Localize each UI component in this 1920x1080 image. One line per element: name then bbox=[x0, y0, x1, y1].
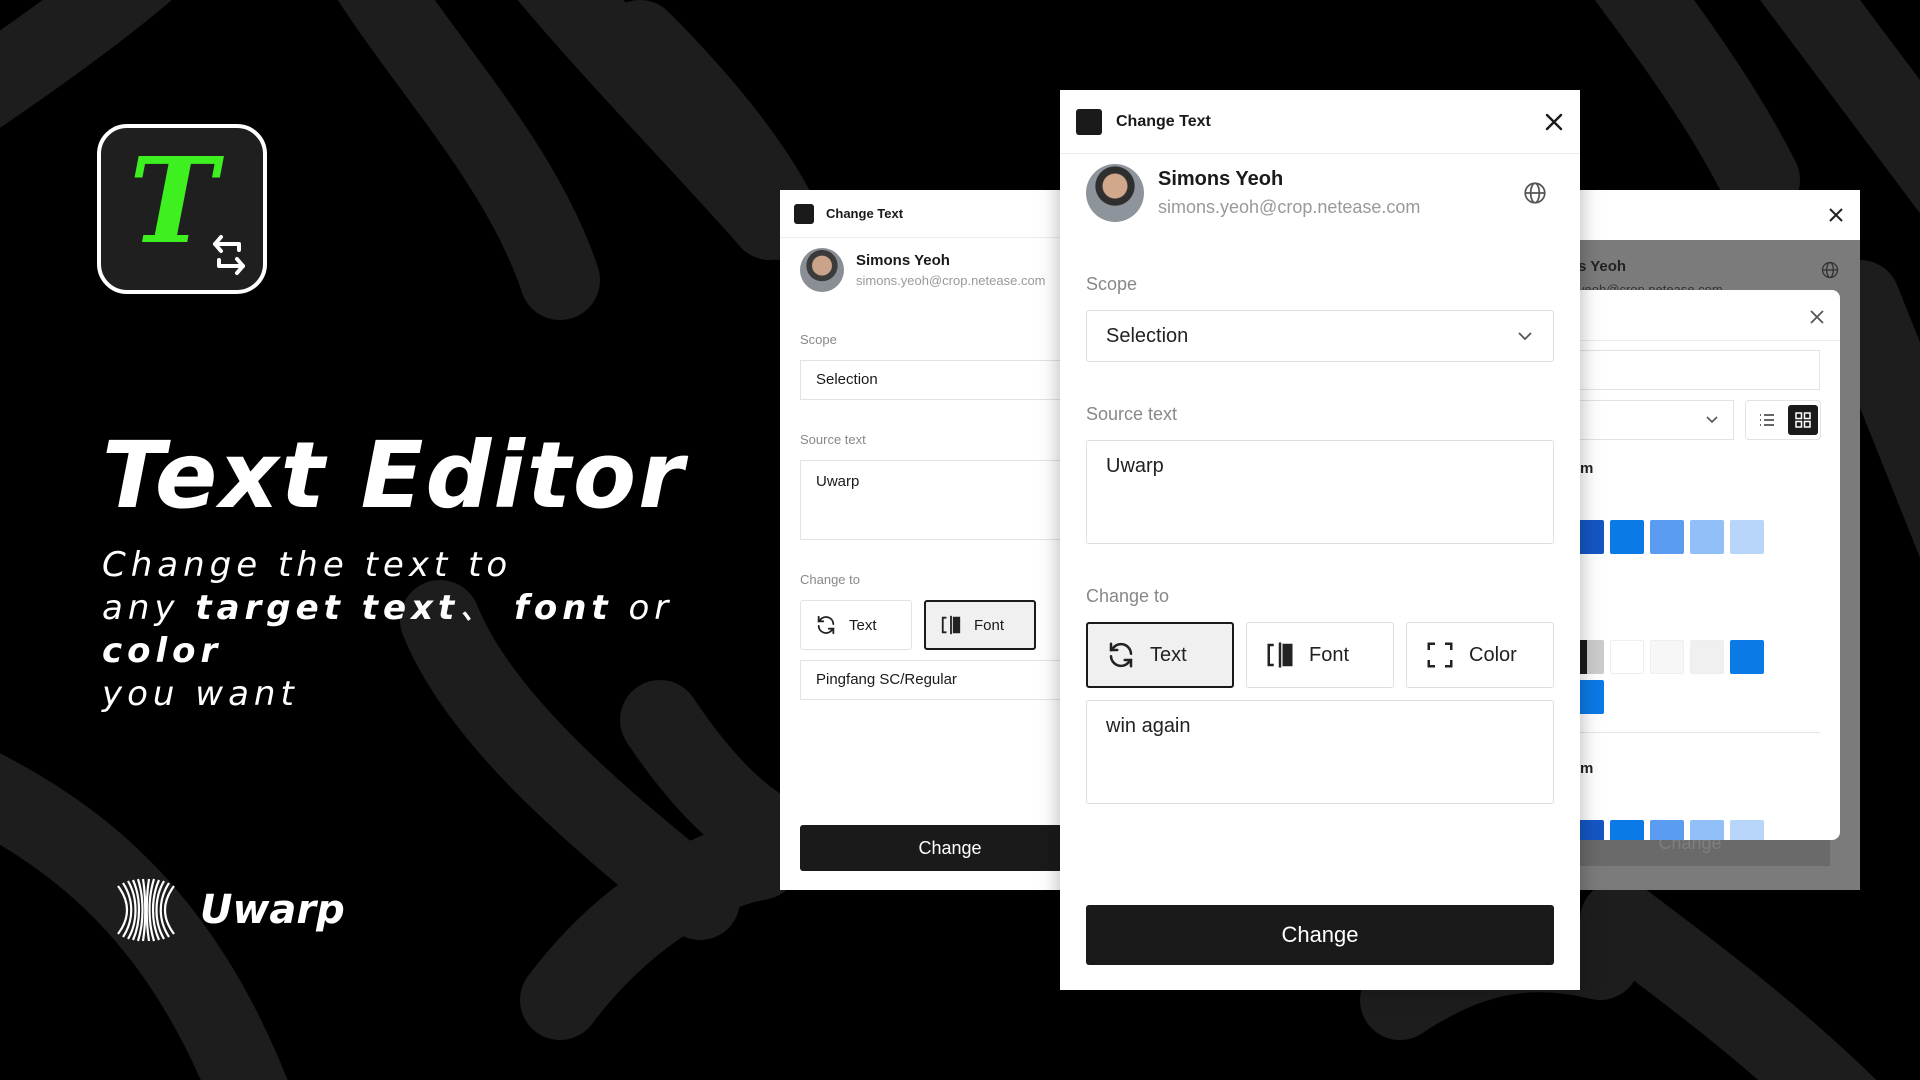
grid-view-button[interactable] bbox=[1788, 405, 1818, 435]
avatar bbox=[1086, 164, 1144, 222]
color-swatch[interactable] bbox=[1690, 820, 1724, 840]
left-window-titlebar: Change Text bbox=[780, 190, 1080, 238]
scope-value: Selection bbox=[1106, 325, 1189, 347]
close-icon[interactable] bbox=[1542, 110, 1566, 134]
chevron-down-icon bbox=[1518, 332, 1532, 341]
left-mode-font-button[interactable]: Font bbox=[924, 600, 1036, 650]
subtitle-line-1: Change the text to bbox=[102, 545, 513, 585]
left-user-email: simons.yeoh@crop.netease.com bbox=[856, 273, 1046, 288]
subtitle-line-3: you want bbox=[102, 674, 299, 714]
main-user-info: Simons Yeoh simons.yeoh@crop.netease.com bbox=[1086, 164, 1420, 222]
color-swatch[interactable] bbox=[1730, 820, 1764, 840]
swap-arrows-icon bbox=[213, 235, 245, 275]
main-change-text-window: Change Text Simons Yeoh simons.yeoh@crop… bbox=[1060, 90, 1580, 990]
left-mode-text-button[interactable]: Text bbox=[800, 600, 912, 650]
brand-name: Uwarp bbox=[200, 887, 345, 933]
font-columns-icon bbox=[941, 615, 961, 635]
color-swatch[interactable] bbox=[1730, 640, 1764, 674]
source-text-input[interactable]: Uwarp bbox=[1086, 440, 1554, 544]
right-user-name: s Yeoh bbox=[1578, 258, 1627, 275]
left-change-button[interactable]: Change bbox=[800, 825, 1080, 871]
view-toggle bbox=[1745, 400, 1821, 440]
color-swatch[interactable] bbox=[1610, 520, 1644, 554]
plugin-icon bbox=[1076, 108, 1102, 135]
source-text-label: Source text bbox=[1086, 404, 1178, 424]
target-text-input[interactable]: win again bbox=[1086, 700, 1554, 804]
main-user-email: simons.yeoh@crop.netease.com bbox=[1158, 197, 1421, 217]
left-change-to-label: Change to bbox=[800, 572, 860, 587]
chevron-down-icon bbox=[1706, 416, 1718, 424]
left-user-info: Simons Yeoh simons.yeoh@crop.netease.com bbox=[800, 248, 1046, 292]
left-source-input[interactable]: Uwarp bbox=[800, 460, 1080, 540]
app-icon-letter: T bbox=[129, 131, 217, 270]
hero-subtitle: Change the text to any target text、 font… bbox=[102, 544, 722, 716]
main-window-titlebar: Change Text bbox=[1060, 90, 1580, 154]
scope-label: Scope bbox=[1086, 274, 1138, 294]
color-swatch[interactable] bbox=[1610, 640, 1644, 674]
font-columns-icon bbox=[1267, 642, 1293, 668]
refresh-icon bbox=[1109, 642, 1133, 668]
mode-text-button[interactable]: Text bbox=[1086, 622, 1234, 688]
left-mode-font-label: Font bbox=[974, 616, 1005, 634]
color-swatch[interactable] bbox=[1650, 820, 1684, 840]
subtitle-color: color bbox=[102, 631, 223, 671]
left-source-label: Source text bbox=[800, 432, 866, 447]
subtitle-font: font bbox=[514, 588, 613, 628]
mode-color-label: Color bbox=[1469, 643, 1517, 666]
main-window-title: Change Text bbox=[1116, 112, 1211, 130]
scope-select[interactable]: Selection bbox=[1086, 310, 1554, 362]
subtitle-target-text: target text bbox=[195, 588, 460, 628]
left-scope-label: Scope bbox=[800, 332, 837, 347]
color-swatch[interactable] bbox=[1690, 640, 1724, 674]
avatar bbox=[800, 248, 844, 292]
mode-text-label: Text bbox=[1150, 643, 1187, 666]
left-window-title: Change Text bbox=[826, 206, 904, 221]
mode-font-button[interactable]: Font bbox=[1246, 622, 1394, 688]
list-view-button[interactable] bbox=[1752, 405, 1782, 435]
color-swatch[interactable] bbox=[1730, 520, 1764, 554]
left-scope-select[interactable]: Selection bbox=[800, 360, 1080, 400]
left-change-text-window: Change Text Simons Yeoh simons.yeoh@crop… bbox=[780, 190, 1080, 890]
close-icon[interactable] bbox=[1808, 308, 1826, 326]
change-button[interactable]: Change bbox=[1086, 905, 1554, 965]
plugin-icon bbox=[794, 203, 814, 224]
app-icon: T bbox=[97, 124, 267, 294]
hero-title: Text Editor bbox=[102, 422, 686, 529]
color-swatch[interactable] bbox=[1650, 520, 1684, 554]
left-mode-text-label: Text bbox=[849, 616, 877, 634]
globe-icon[interactable] bbox=[1522, 180, 1548, 206]
left-user-name: Simons Yeoh bbox=[856, 252, 950, 269]
change-to-label: Change to bbox=[1086, 586, 1170, 606]
left-font-select[interactable]: Pingfang SC/Regular bbox=[800, 660, 1080, 700]
grid-icon bbox=[1795, 412, 1811, 428]
frame-corners-icon bbox=[1427, 642, 1453, 668]
subtitle-line-2: any target text、 font or color bbox=[102, 588, 674, 671]
main-user-name: Simons Yeoh bbox=[1158, 168, 1284, 190]
color-swatch[interactable] bbox=[1650, 640, 1684, 674]
brand: Uwarp bbox=[112, 876, 345, 944]
refresh-icon bbox=[817, 615, 835, 635]
list-icon bbox=[1760, 414, 1774, 426]
mode-color-button[interactable]: Color bbox=[1406, 622, 1554, 688]
color-swatch[interactable] bbox=[1690, 520, 1724, 554]
color-swatch[interactable] bbox=[1610, 820, 1644, 840]
mode-font-label: Font bbox=[1309, 643, 1350, 666]
uwarp-logo-icon bbox=[117, 878, 175, 942]
globe-icon[interactable] bbox=[1820, 260, 1840, 280]
close-icon[interactable] bbox=[1826, 205, 1846, 225]
